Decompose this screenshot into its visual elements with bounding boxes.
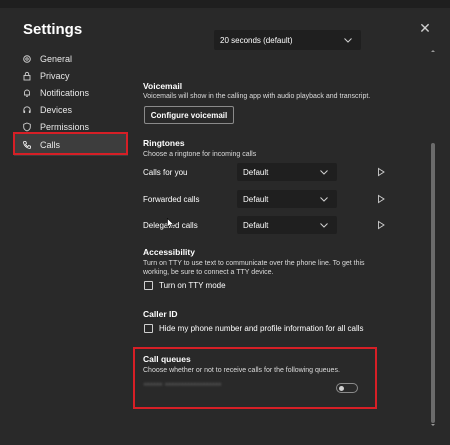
sidebar-item-label: General xyxy=(40,54,73,64)
calls-for-you-label: Calls for you xyxy=(143,168,188,177)
configure-voicemail-button[interactable]: Configure voicemail xyxy=(144,106,234,124)
scroll-up-icon[interactable] xyxy=(430,48,436,54)
scrollbar-thumb[interactable] xyxy=(431,143,435,423)
dropdown-value: Default xyxy=(243,194,269,204)
unanswered-calls-timeout-dropdown[interactable]: 20 seconds (default) xyxy=(214,30,361,50)
play-icon[interactable] xyxy=(376,194,386,204)
redacted-queue-name: ▪▪▪▪▪▪ ▪▪▪▪▪▪▪▪▪▪▪▪▪▪▪▪▪▪ xyxy=(144,382,222,388)
shield-icon xyxy=(20,122,34,132)
checkbox-label: Hide my phone number and profile informa… xyxy=(159,324,364,333)
chevron-down-icon xyxy=(320,197,328,202)
chevron-down-icon xyxy=(320,223,328,228)
call-queue-toggle[interactable] xyxy=(336,383,358,393)
accessibility-description-line2: working, be sure to connect a TTY device… xyxy=(143,269,274,276)
forwarded-calls-ringtone-dropdown[interactable]: Default xyxy=(237,190,337,208)
play-icon[interactable] xyxy=(376,220,386,230)
window-top-strip xyxy=(0,0,450,8)
sidebar-item-label: Permissions xyxy=(40,122,90,132)
chevron-down-icon xyxy=(344,38,352,43)
mouse-cursor-icon xyxy=(167,218,175,229)
call-queues-highlight-box xyxy=(133,347,377,409)
accessibility-heading: Accessibility xyxy=(143,247,195,257)
ringtones-heading: Ringtones xyxy=(143,138,185,148)
checkbox-label: Turn on TTY mode xyxy=(159,281,226,290)
delegated-calls-ringtone-dropdown[interactable]: Default xyxy=(237,216,337,234)
gear-icon xyxy=(20,54,34,64)
checkbox-box xyxy=(144,281,153,290)
checkbox-box xyxy=(144,324,153,333)
dropdown-value: Default xyxy=(243,167,269,177)
lock-icon xyxy=(20,71,34,81)
play-icon[interactable] xyxy=(376,167,386,177)
sidebar-item-label: Devices xyxy=(40,105,73,115)
headset-icon xyxy=(20,105,34,115)
chevron-down-icon xyxy=(320,170,328,175)
calls-for-you-ringtone-dropdown[interactable]: Default xyxy=(237,163,337,181)
dropdown-value: 20 seconds (default) xyxy=(220,35,293,45)
voicemail-description: Voicemails will show in the calling app … xyxy=(143,93,371,100)
scroll-down-icon[interactable] xyxy=(430,422,436,428)
voicemail-heading: Voicemail xyxy=(143,81,183,91)
hide-phone-number-checkbox[interactable]: Hide my phone number and profile informa… xyxy=(144,324,364,333)
dropdown-value: Default xyxy=(243,220,269,230)
caller-id-heading: Caller ID xyxy=(143,309,178,319)
sidebar-item-label: Privacy xyxy=(40,71,70,81)
sidebar-item-label: Notifications xyxy=(40,88,90,98)
ringtones-description: Choose a ringtone for incoming calls xyxy=(143,151,257,158)
bell-icon xyxy=(20,88,34,98)
calls-highlight-box xyxy=(13,132,128,155)
toggle-knob xyxy=(339,385,344,391)
tty-mode-checkbox[interactable]: Turn on TTY mode xyxy=(144,281,226,290)
settings-scrollbar[interactable] xyxy=(430,48,436,428)
dialog-title: Settings xyxy=(23,21,83,38)
forwarded-calls-label: Forwarded calls xyxy=(143,195,200,204)
